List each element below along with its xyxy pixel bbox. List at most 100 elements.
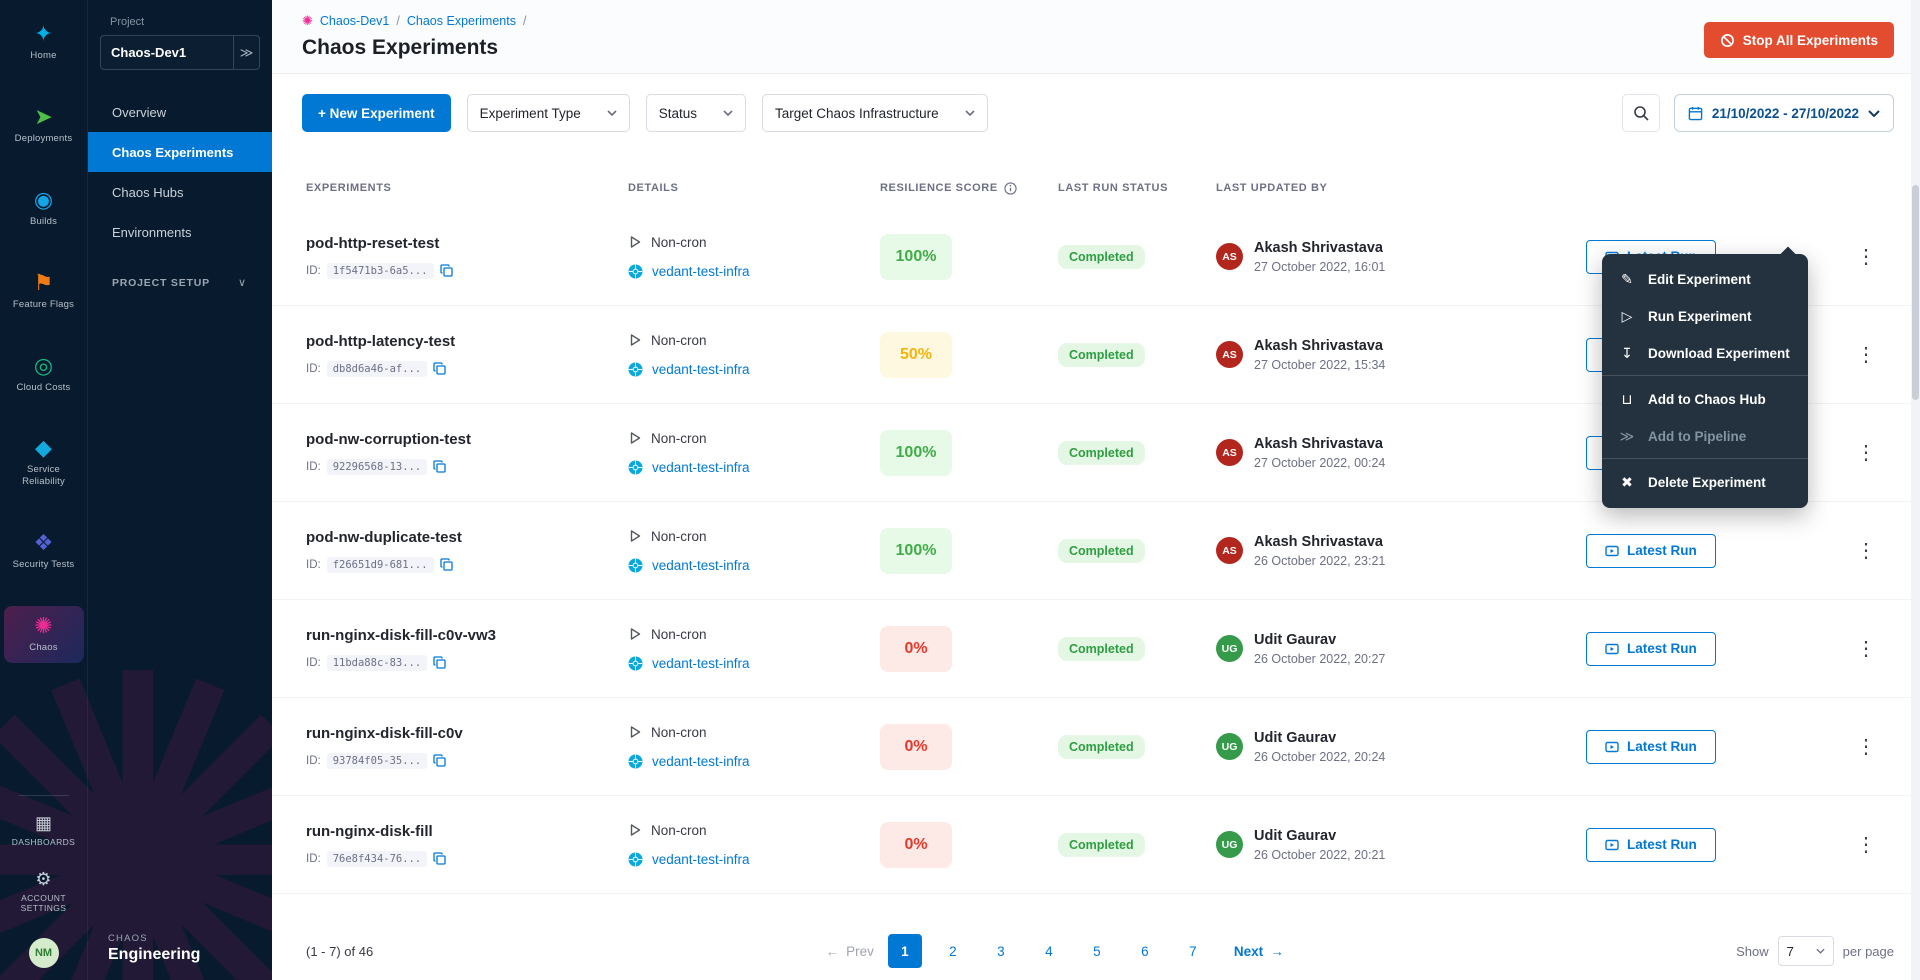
rail-item-dashboards[interactable]: ▦ DASHBOARDS [4,808,84,854]
filter-target-chaos-infrastructure[interactable]: Target Chaos Infrastructure [762,94,988,132]
infrastructure-link[interactable]: vedant-test-infra [652,460,750,475]
page-button-2[interactable]: 2 [936,934,970,968]
vertical-scrollbar [1911,0,1920,980]
row-menu-button[interactable]: ⋮ [1850,831,1882,859]
page-button-7[interactable]: 7 [1176,934,1210,968]
status-badge: Completed [1058,343,1145,367]
rail-item-service-reliability[interactable]: ◆ Service Reliability [4,428,84,497]
rail-item-account-settings[interactable]: ⚙ ACCOUNT SETTINGS [4,864,84,920]
project-setup-toggle[interactable]: PROJECT SETUP ∨ [88,276,272,289]
latest-run-button[interactable]: Latest Run [1586,632,1716,666]
breadcrumb-link[interactable]: Chaos-Dev1 [320,14,389,28]
module-label: Chaos [29,642,57,654]
rail-item-security-tests[interactable]: ❖ Security Tests [4,523,84,580]
row-menu-button[interactable]: ⋮ [1850,243,1882,271]
menu-item-icon: ✖ [1618,474,1636,491]
copy-id-icon[interactable] [440,558,453,571]
page-button-6[interactable]: 6 [1128,934,1162,968]
menu-item-edit-experiment[interactable]: ✎ Edit Experiment [1602,261,1808,298]
menu-item-label: Edit Experiment [1648,272,1751,287]
experiment-name[interactable]: run-nginx-disk-fill [306,823,628,840]
copy-id-icon[interactable] [433,656,446,669]
experiment-name[interactable]: pod-nw-duplicate-test [306,529,628,546]
menu-item-add-to-pipeline[interactable]: ≫ Add to Pipeline [1602,418,1808,459]
infrastructure-link[interactable]: vedant-test-infra [652,264,750,279]
infrastructure-link[interactable]: vedant-test-infra [652,362,750,377]
id-prefix-label: ID: [306,363,321,375]
page-button-4[interactable]: 4 [1032,934,1066,968]
sidebar-item-environments[interactable]: Environments [88,212,272,252]
user-avatar[interactable]: NM [29,938,59,968]
menu-item-download-experiment[interactable]: ↧ Download Experiment [1602,335,1808,376]
sidebar-item-overview[interactable]: Overview [88,92,272,132]
copy-id-icon[interactable] [433,754,446,767]
sidebar-item-chaos-hubs[interactable]: Chaos Hubs [88,172,272,212]
search-icon [1633,105,1649,121]
menu-item-add-to-chaos-hub[interactable]: ⊔ Add to Chaos Hub [1602,381,1808,418]
sidebar-item-chaos-experiments[interactable]: Chaos Experiments [88,132,272,172]
page-button-3[interactable]: 3 [984,934,1018,968]
project-selector[interactable]: Chaos-Dev1 ≫ [100,35,260,70]
stop-all-label: Stop All Experiments [1743,33,1878,48]
new-experiment-button[interactable]: + New Experiment [302,94,451,132]
row-menu-button[interactable]: ⋮ [1850,733,1882,761]
row-menu-button[interactable]: ⋮ [1850,537,1882,565]
row-menu-button[interactable]: ⋮ [1850,439,1882,467]
copy-id-icon[interactable] [433,362,446,375]
rail-item-home[interactable]: ✦ Home [4,14,84,71]
infrastructure-link[interactable]: vedant-test-infra [652,656,750,671]
prev-page-button[interactable]: ← Prev [826,944,874,959]
chevron-down-icon: ∨ [238,276,246,289]
experiment-name[interactable]: run-nginx-disk-fill-c0v-vw3 [306,627,628,644]
infrastructure-line: vedant-test-infra [628,558,880,573]
filter-experiment-type[interactable]: Experiment Type [467,94,630,132]
latest-run-button[interactable]: Latest Run [1586,730,1716,764]
page-button-1[interactable]: 1 [888,934,922,968]
copy-id-icon[interactable] [433,460,446,473]
module-label: DASHBOARDS [12,837,76,848]
user-avatar: UG [1216,635,1243,662]
filter-status[interactable]: Status [646,94,746,132]
stop-all-experiments-button[interactable]: Stop All Experiments [1704,22,1894,58]
page-size-select[interactable]: 7 [1778,936,1834,966]
row-menu-button[interactable]: ⋮ [1850,341,1882,369]
updated-date: 26 October 2022, 20:24 [1254,750,1385,764]
expand-projects-icon[interactable]: ≫ [233,36,259,69]
next-page-button[interactable]: Next → [1234,944,1284,959]
rail-item-feature-flags[interactable]: ⚑ Feature Flags [4,263,84,320]
copy-id-icon[interactable] [433,852,446,865]
latest-run-label: Latest Run [1627,641,1697,656]
menu-item-label: Add to Chaos Hub [1648,392,1766,407]
menu-item-icon: ✎ [1618,271,1636,288]
experiment-name[interactable]: pod-http-reset-test [306,235,628,252]
user-avatar: UG [1216,733,1243,760]
experiment-name[interactable]: pod-nw-corruption-test [306,431,628,448]
infrastructure-link[interactable]: vedant-test-infra [652,852,750,867]
play-icon [628,529,642,543]
menu-item-delete-experiment[interactable]: ✖ Delete Experiment [1602,464,1808,501]
rail-item-cloud-costs[interactable]: ◎ Cloud Costs [4,346,84,403]
rail-item-builds[interactable]: ◉ Builds [4,180,84,237]
infrastructure-link[interactable]: vedant-test-infra [652,558,750,573]
updated-by-name: Akash Shrivastava [1254,436,1385,452]
infrastructure-link[interactable]: vedant-test-infra [652,754,750,769]
search-button[interactable] [1622,94,1660,132]
resilience-score-value: 50% [880,332,952,378]
row-menu-button[interactable]: ⋮ [1850,635,1882,663]
date-range-picker[interactable]: 21/10/2022 - 27/10/2022 [1674,94,1894,132]
experiment-name[interactable]: pod-http-latency-test [306,333,628,350]
project-nav: Overview Chaos Experiments Chaos Hubs En… [88,92,272,252]
infrastructure-icon [628,460,643,475]
experiment-name[interactable]: run-nginx-disk-fill-c0v [306,725,628,742]
latest-run-button[interactable]: Latest Run [1586,534,1716,568]
info-icon[interactable] [1004,182,1017,195]
copy-id-icon[interactable] [440,264,453,277]
breadcrumb-link[interactable]: Chaos Experiments [407,14,516,28]
menu-item-label: Add to Pipeline [1648,429,1746,444]
page-button-5[interactable]: 5 [1080,934,1114,968]
menu-item-run-experiment[interactable]: ▷ Run Experiment [1602,298,1808,335]
rail-item-chaos[interactable]: ✺ Chaos [4,606,84,663]
scrollbar-thumb[interactable] [1912,185,1919,400]
latest-run-button[interactable]: Latest Run [1586,828,1716,862]
rail-item-deployments[interactable]: ➤ Deployments [4,97,84,154]
